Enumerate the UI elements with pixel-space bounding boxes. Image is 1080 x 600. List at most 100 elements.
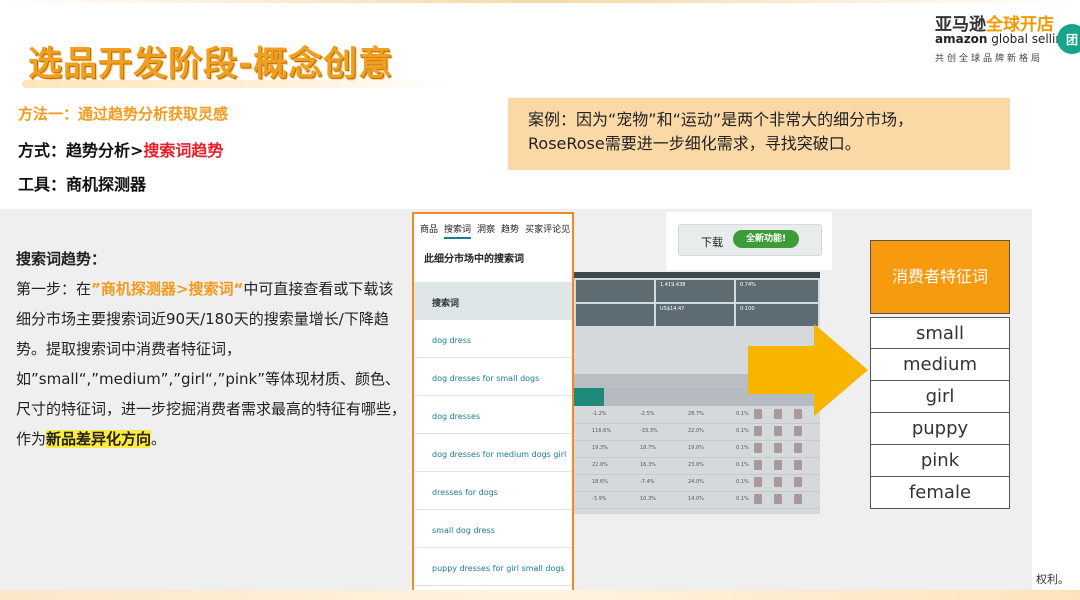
cell: -33.3% <box>640 428 658 434</box>
dashboard-sort-column[interactable] <box>574 388 604 406</box>
cell: 19.3% <box>592 445 608 451</box>
case-callout: 案例：因为“宠物”和“运动”是两个非常大的细分市场， RoseRose需要进一步… <box>508 98 1010 170</box>
logo-en: amazon global selling <box>935 32 1071 46</box>
dashboard-row: 116.6% -33.3% 22.0% 0.1% <box>574 423 820 441</box>
product-thumbnail <box>774 426 782 436</box>
bottom-decoration <box>0 590 1080 600</box>
dashboard-row: 22.0% 16.3% 23.0% 0.1% <box>574 457 820 475</box>
kpi-card: 0.74% <box>736 280 818 302</box>
method-approach: 方式：趋势分析>搜索词趋势 <box>18 137 223 161</box>
trend-paragraph: 第一步：在”商机探测器>搜索词“中可直接查看或下载该细分市场主要搜索词近90天/… <box>16 274 408 454</box>
kpi-card: US$14.47 <box>656 304 734 326</box>
cell: 10.3% <box>640 496 656 502</box>
footnote: 权利。 <box>1036 573 1069 586</box>
cell: -1.2% <box>592 411 607 417</box>
trend-highlight: 新品差异化方向 <box>46 430 152 448</box>
method-approach-link: 搜索词趋势 <box>143 141 224 160</box>
dashboard-row: 19.3% 18.7% 19.0% 0.1% <box>574 440 820 458</box>
cell: 23.0% <box>688 462 704 468</box>
cell: 16.3% <box>640 462 656 468</box>
cell: 19.0% <box>688 445 704 451</box>
tab-products[interactable]: 商品 <box>420 222 438 235</box>
dashboard-row: 18.6% -7.4% 24.0% 0.1% <box>574 474 820 492</box>
top-accent-line <box>0 0 1080 3</box>
product-thumbnail <box>774 443 782 453</box>
method-one: 方法一：通过趋势分析获取灵感 <box>18 105 229 123</box>
product-thumbnail <box>774 460 782 470</box>
search-term-row[interactable]: small dog dress <box>414 510 572 548</box>
product-thumbnail <box>794 443 802 453</box>
kpi-card: 0-100 <box>736 304 818 326</box>
method-tool: 工具：商机探测器 <box>18 175 147 194</box>
method-approach-prefix: 方式：趋势分析> <box>18 141 144 160</box>
logo-en-bold: amazon <box>935 32 988 46</box>
trend-end: 。 <box>151 430 167 448</box>
tab-search-terms[interactable]: 搜索词 <box>444 222 472 239</box>
trend-p1-orange: ”商机探测器>搜索词“ <box>91 280 244 298</box>
panel-title: 此细分市场中的搜索词 <box>424 254 524 265</box>
tab-insights[interactable]: 洞察 <box>477 222 495 235</box>
kpi-value: 0.74% <box>740 282 756 288</box>
trend-p2: 中可直接查看或下载该细分市场主要搜索词近90天/180天的搜索量增长/下降趋势。… <box>16 280 407 448</box>
cell: -7.4% <box>640 479 655 485</box>
cell: -2.5% <box>640 411 655 417</box>
tab-trends[interactable]: 趋势 <box>501 222 519 235</box>
tab-reviews[interactable]: 买家评论见 <box>525 222 570 235</box>
kpi-value: 0-100 <box>740 306 755 312</box>
cell: 0.1% <box>736 445 749 451</box>
arrow-shape <box>748 324 868 416</box>
cell: 22.0% <box>592 462 608 468</box>
consumer-keywords-header: 消费者特征词 <box>870 240 1010 314</box>
panel-tabs: 商品 搜索词 洞察 趋势 买家评论见 <box>414 214 572 240</box>
cell: 18.7% <box>640 445 656 451</box>
consumer-keyword-cell: female <box>870 477 1010 509</box>
download-bar: 下载 全新功能! <box>666 212 832 270</box>
new-feature-badge: 全新功能! <box>733 230 799 248</box>
case-line-1: 案例：因为“宠物”和“运动”是两个非常大的细分市场， <box>528 110 914 129</box>
product-thumbnail <box>754 477 762 487</box>
search-terms-panel: 商品 搜索词 洞察 趋势 买家评论见 此细分市场中的搜索词 搜索词 dog dress … <box>412 212 574 594</box>
product-thumbnail <box>794 460 802 470</box>
kpi-card <box>576 304 654 326</box>
search-term-row[interactable]: dresses for dogs <box>414 472 572 510</box>
product-thumbnail <box>794 494 802 504</box>
kpi-value: US$14.47 <box>660 306 685 312</box>
download-button[interactable]: 下载 全新功能! <box>678 224 822 256</box>
cell: 24.0% <box>688 479 704 485</box>
cell: -3.9% <box>592 496 607 502</box>
cell: 0.1% <box>736 496 749 502</box>
search-term-row[interactable]: dog dresses <box>414 396 572 434</box>
product-thumbnail <box>754 460 762 470</box>
consumer-keywords-table: 消费者特征词 small medium girl puppy pink fema… <box>870 240 1010 509</box>
logo-badge-icon: 团 <box>1057 24 1080 54</box>
product-thumbnail <box>754 426 762 436</box>
product-thumbnail <box>754 494 762 504</box>
consumer-keyword-cell: small <box>870 317 1010 349</box>
consumer-keyword-cell: girl <box>870 381 1010 413</box>
trend-description: 搜索词趋势： 第一步：在”商机探测器>搜索词“中可直接查看或下载该细分市场主要搜… <box>16 244 408 454</box>
cell: 14.0% <box>688 496 704 502</box>
download-label: 下载 <box>701 236 723 249</box>
product-thumbnail <box>794 477 802 487</box>
cell: 0.1% <box>736 462 749 468</box>
product-thumbnail <box>794 426 802 436</box>
search-term-row[interactable]: dog dress <box>414 320 572 358</box>
trend-heading: 搜索词趋势： <box>16 250 107 268</box>
cell: 116.6% <box>592 428 612 434</box>
kpi-card: 1,419,438 <box>656 280 734 302</box>
search-term-row[interactable]: dog dresses for small dogs <box>414 358 572 396</box>
case-line-2: RoseRose需要进一步细化需求，寻找突破口。 <box>528 134 861 153</box>
consumer-keyword-cell: puppy <box>870 413 1010 445</box>
cell: 22.0% <box>688 428 704 434</box>
cell: 28.7% <box>688 411 704 417</box>
cell: 0.1% <box>736 411 749 417</box>
panel-column-header: 搜索词 <box>414 282 572 320</box>
search-term-row[interactable]: dog dresses for medium dogs girl <box>414 434 572 472</box>
cell: 0.1% <box>736 428 749 434</box>
search-term-row[interactable]: puppy dresses for girl small dogs <box>414 548 572 586</box>
product-thumbnail <box>774 477 782 487</box>
product-thumbnail <box>754 443 762 453</box>
consumer-keyword-cell: pink <box>870 445 1010 477</box>
kpi-card <box>576 280 654 302</box>
dashboard-header-band <box>574 272 820 278</box>
